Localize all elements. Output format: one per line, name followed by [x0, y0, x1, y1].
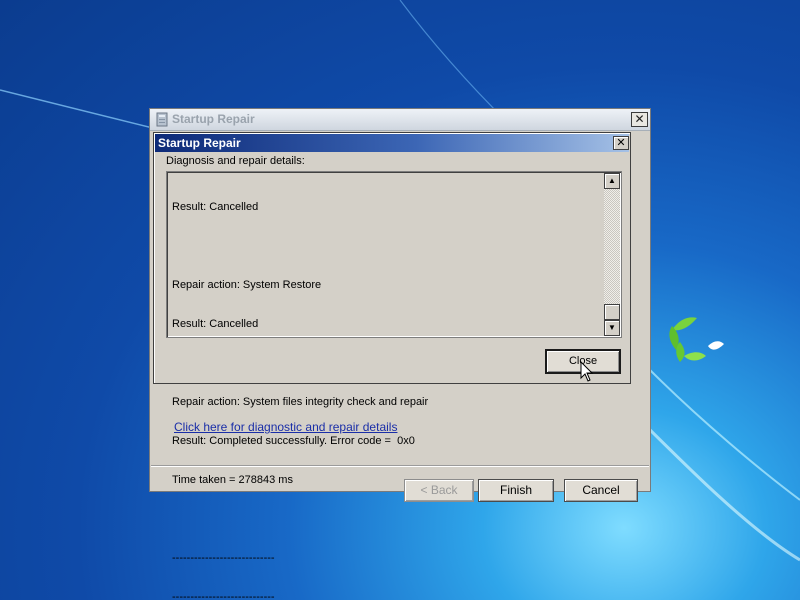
dialog-title: Startup Repair [158, 136, 241, 150]
window-titlebar[interactable]: Startup Repair ✕ [150, 109, 650, 131]
details-line: Result: Completed successfully. Error co… [172, 435, 415, 447]
dialog-titlebar[interactable]: Startup Repair ✕ [155, 134, 629, 152]
details-line: ---------------------------- [172, 552, 275, 564]
startup-repair-icon [156, 112, 168, 127]
arrow-cursor-icon [580, 361, 594, 382]
scroll-up-button[interactable]: ▲ [604, 173, 620, 189]
vertical-scrollbar[interactable]: ▲ ▼ [604, 173, 620, 336]
details-line [172, 513, 592, 526]
window-close-button[interactable]: ✕ [631, 112, 648, 127]
close-icon: ✕ [616, 137, 626, 149]
details-line [172, 240, 592, 253]
arrow-up-icon: ▲ [608, 176, 616, 185]
details-text: Result: Cancelled Repair action: System … [172, 175, 592, 600]
dialog-close-button[interactable]: ✕ [613, 136, 629, 150]
repair-details-dialog: Startup Repair ✕ Diagnosis and repair de… [153, 132, 631, 600]
scroll-down-button[interactable]: ▼ [604, 320, 620, 336]
close-icon: ✕ [634, 112, 645, 126]
details-text-area[interactable]: Result: Cancelled Repair action: System … [166, 171, 622, 600]
window-title: Startup Repair [172, 112, 255, 126]
scrollbar-thumb[interactable] [604, 304, 620, 320]
details-line: Result: Cancelled [172, 318, 259, 330]
details-line [172, 357, 592, 370]
details-line: Repair action: System Restore [172, 279, 322, 291]
details-line: ---------------------------- [172, 591, 275, 600]
leaf-graphic [669, 317, 724, 362]
details-line: Result: Cancelled [172, 201, 259, 213]
details-label: Diagnosis and repair details: [166, 155, 305, 167]
arrow-down-icon: ▼ [608, 323, 616, 332]
details-line: Time taken = 278843 ms [172, 474, 293, 486]
details-line: Repair action: System files integrity ch… [172, 396, 429, 408]
